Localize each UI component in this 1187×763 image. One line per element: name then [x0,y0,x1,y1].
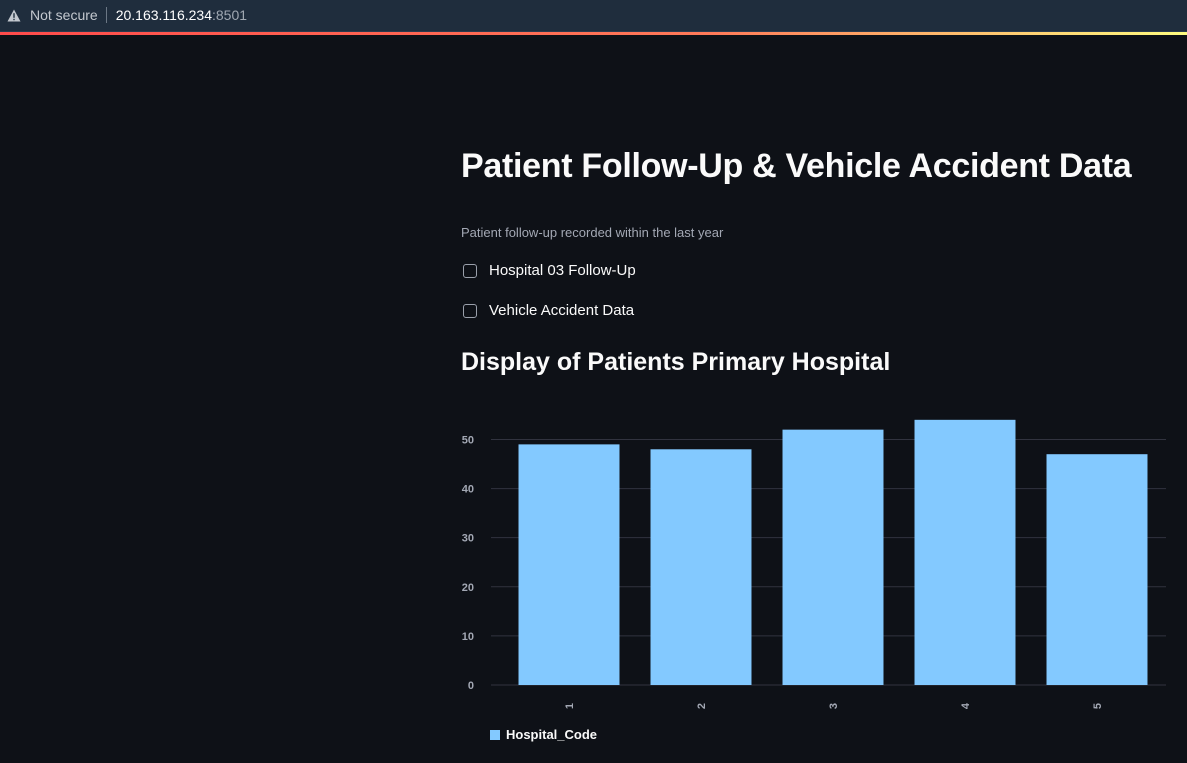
page-caption: Patient follow-up recorded within the la… [461,225,724,240]
y-tick-label: 20 [462,582,474,594]
x-tick-label: 3 [828,703,840,709]
not-secure-label[interactable]: Not secure [30,7,98,23]
checkbox-hospital-03-follow-up[interactable]: Hospital 03 Follow-Up [461,262,636,279]
y-tick-label: 50 [462,434,474,446]
bar-5 [1046,454,1148,685]
legend-label: Hospital_Code [506,727,598,742]
legend-swatch [490,729,500,740]
page-title: Patient Follow-Up & Vehicle Accident Dat… [461,147,1132,185]
x-tick-label: 5 [1092,703,1104,709]
hospital-bar-chart: 0 10 20 30 40 50 1 2 3 4 5 Hospital_Code [461,405,1171,755]
chart-canvas: 0 10 20 30 40 50 1 2 3 4 5 [462,419,1166,709]
bar-3 [782,429,884,685]
y-tick-label: 30 [462,533,474,545]
url-host[interactable]: 20.163.116.234 [116,7,212,23]
chart-legend[interactable]: Hospital_Code [490,727,597,742]
y-tick-label: 10 [462,631,474,643]
checkbox-icon[interactable] [463,263,477,278]
x-tick-label: 4 [960,702,972,709]
url-bar[interactable]: Not secure 20.163.116.234 :8501 [0,0,1187,30]
x-tick-label: 2 [696,703,708,709]
browser-address-bar: Not secure 20.163.116.234 :8501 [0,0,1187,32]
checkbox-label: Vehicle Accident Data [489,302,635,319]
checkbox-vehicle-accident-data[interactable]: Vehicle Accident Data [461,302,634,319]
url-port[interactable]: :8501 [212,7,247,23]
app-decoration-bar [0,32,1187,35]
url-divider [105,7,107,23]
bar-2 [650,449,752,685]
bar-1 [518,444,620,685]
checkbox-icon[interactable] [463,303,477,318]
bar-4 [914,419,1016,685]
y-tick-label: 0 [468,680,474,692]
x-tick-label: 1 [564,703,576,709]
checkbox-label: Hospital 03 Follow-Up [489,262,636,279]
section-title: Display of Patients Primary Hospital [461,348,891,376]
warning-icon[interactable] [7,8,21,22]
y-tick-label: 40 [462,484,474,496]
